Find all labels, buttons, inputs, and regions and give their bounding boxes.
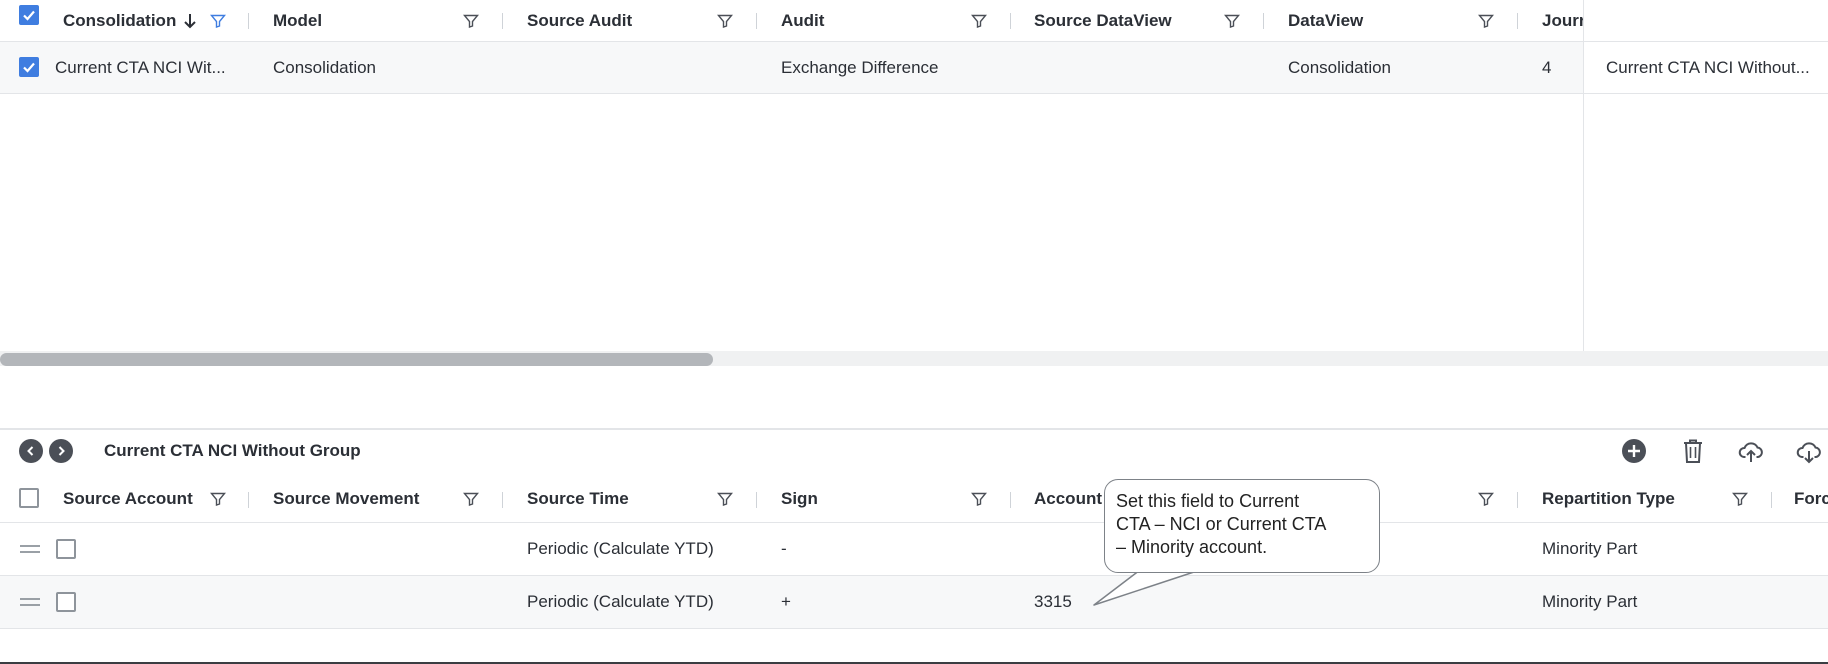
drag-handle-icon[interactable] (20, 598, 40, 606)
row-checkbox[interactable] (56, 592, 76, 612)
callout-line: CTA – NCI or Current CTA (1116, 514, 1327, 534)
column-header-source-account[interactable]: Source Account (63, 476, 193, 522)
section-divider (0, 428, 1828, 430)
column-label: Source Account (63, 489, 193, 508)
cloud-download-icon[interactable] (1796, 438, 1822, 464)
check-icon (23, 62, 35, 73)
cell-consolidation[interactable]: Current CTA NCI Wit... (55, 42, 226, 93)
detail-toolbar: Current CTA NCI Without Group (0, 432, 1828, 470)
cell-dataview[interactable]: Consolidation (1288, 42, 1391, 93)
callout-line: Set this field to Current (1116, 491, 1300, 511)
pinned-column: Current CTA NCI Without... (1583, 0, 1828, 366)
cell-account[interactable]: 3315 (1034, 576, 1072, 628)
cell-audit[interactable]: Exchange Difference (781, 42, 939, 93)
filter-icon[interactable] (717, 491, 733, 507)
column-header-sign[interactable]: Sign (781, 476, 818, 522)
consolidation-grid: Consolidation Model Source Audit Audit S… (0, 0, 1828, 366)
column-separator[interactable] (1010, 492, 1011, 508)
filter-icon[interactable] (971, 491, 987, 507)
filter-icon[interactable] (1732, 491, 1748, 507)
column-separator[interactable] (1517, 492, 1518, 508)
callout-tooltip: Set this field to Current CTA – NCI or C… (1104, 479, 1380, 573)
filter-icon[interactable] (210, 491, 226, 507)
check-icon (23, 10, 35, 21)
column-label: Consolidation (63, 10, 177, 30)
column-header-force[interactable]: Forc (1794, 476, 1828, 522)
pinned-column-header (1584, 0, 1828, 42)
column-label: Repartition Type (1542, 489, 1675, 508)
column-label: Source Time (527, 489, 629, 508)
filter-icon[interactable] (1478, 491, 1494, 507)
filter-icon[interactable] (1224, 13, 1240, 29)
cell-model[interactable]: Consolidation (273, 42, 376, 93)
filter-icon[interactable] (971, 13, 987, 29)
table-row[interactable]: Current CTA NCI Wit... Consolidation Exc… (0, 42, 1828, 94)
filter-icon[interactable] (210, 13, 226, 29)
column-label: Source Movement (273, 489, 420, 508)
cell-source-time[interactable]: Periodic (Calculate YTD) (527, 576, 714, 628)
horizontal-scrollbar-thumb[interactable] (0, 353, 713, 366)
column-header-source-dataview[interactable]: Source DataView (1034, 0, 1172, 41)
cloud-upload-icon[interactable] (1738, 438, 1764, 464)
select-all-checkbox[interactable] (19, 488, 39, 508)
cell-source-time[interactable]: Periodic (Calculate YTD) (527, 523, 714, 575)
group-title: Current CTA NCI Without Group (104, 441, 361, 460)
cell-sign[interactable]: - (781, 523, 787, 575)
chevron-left-icon (27, 446, 34, 456)
detail-grid-header-row: Source Account Source Movement Source Ti… (0, 476, 1828, 523)
column-header-source-movement[interactable]: Source Movement (273, 476, 419, 522)
table-row[interactable]: Periodic (Calculate YTD) - Minority Part (0, 523, 1828, 576)
column-separator[interactable] (502, 492, 503, 508)
filter-icon[interactable] (717, 13, 733, 29)
sort-desc-icon[interactable] (181, 12, 199, 30)
column-separator[interactable] (1263, 13, 1264, 29)
grid-header-row: Consolidation Model Source Audit Audit S… (0, 0, 1828, 42)
column-separator[interactable] (248, 492, 249, 508)
filter-icon[interactable] (1478, 13, 1494, 29)
plus-circle-icon[interactable] (1621, 438, 1647, 464)
column-header-repartition-type[interactable]: Repartition Type (1542, 476, 1675, 522)
column-header-audit[interactable]: Audit (781, 0, 824, 41)
column-header-source-time[interactable]: Source Time (527, 476, 629, 522)
column-separator[interactable] (756, 13, 757, 29)
filter-icon[interactable] (463, 13, 479, 29)
cell-journal[interactable]: 4 (1542, 42, 1551, 93)
column-label: Source Audit (527, 10, 633, 30)
cell-sign[interactable]: + (781, 576, 791, 628)
column-separator[interactable] (1010, 13, 1011, 29)
cell-repartition-type[interactable]: Minority Part (1542, 576, 1637, 628)
cell-pinned[interactable]: Current CTA NCI Without... (1584, 42, 1828, 94)
column-separator[interactable] (502, 13, 503, 29)
callout-line: – Minority account. (1116, 537, 1268, 557)
column-header-journal[interactable]: Journ (1542, 0, 1583, 41)
column-separator[interactable] (248, 13, 249, 29)
column-label: Model (273, 10, 323, 30)
column-label: Sign (781, 489, 818, 508)
column-header-model[interactable]: Model (273, 0, 322, 41)
column-separator[interactable] (1517, 13, 1518, 29)
chevron-right-icon (58, 446, 65, 456)
previous-button[interactable] (19, 439, 43, 463)
next-button[interactable] (49, 439, 73, 463)
drag-handle-icon[interactable] (20, 545, 40, 553)
table-row[interactable]: Periodic (Calculate YTD) + 3315 Minority… (0, 576, 1828, 629)
column-header-account[interactable]: Account (1034, 476, 1102, 522)
trash-icon[interactable] (1680, 438, 1706, 464)
row-checkbox[interactable] (19, 57, 39, 77)
column-label: Source DataView (1034, 10, 1172, 30)
cell-repartition-type[interactable]: Minority Part (1542, 523, 1637, 575)
column-separator[interactable] (756, 492, 757, 508)
column-header-dataview[interactable]: DataView (1288, 0, 1363, 41)
column-separator[interactable] (1771, 492, 1772, 508)
row-checkbox[interactable] (56, 539, 76, 559)
column-label: Journ (1542, 10, 1583, 30)
column-label: DataView (1288, 10, 1364, 30)
column-label: Forc (1794, 489, 1828, 508)
column-header-source-audit[interactable]: Source Audit (527, 0, 632, 41)
filter-icon[interactable] (463, 491, 479, 507)
column-header-consolidation[interactable]: Consolidation (63, 0, 176, 41)
select-all-checkbox[interactable] (19, 5, 39, 25)
column-label: Audit (781, 10, 825, 30)
column-label: Account (1034, 489, 1102, 508)
